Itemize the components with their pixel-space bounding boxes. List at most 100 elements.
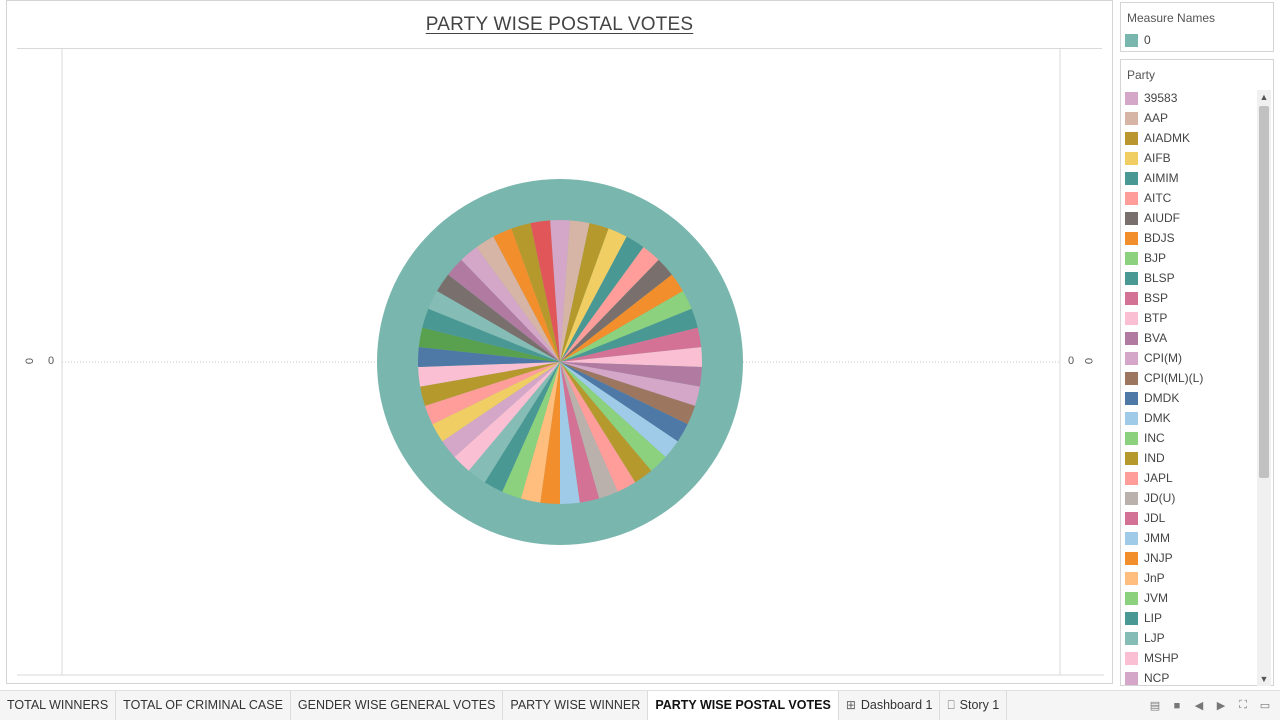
legend-label: AIUDF — [1144, 211, 1180, 225]
party-legend-item[interactable]: BSP — [1121, 288, 1255, 308]
grid-view-icon[interactable]: ▤ — [1144, 699, 1166, 712]
legend-label: JD(U) — [1144, 491, 1176, 505]
fullscreen-icon[interactable]: ⛶ — [1232, 699, 1254, 712]
sheet-tab-label: TOTAL WINNERS — [7, 698, 109, 712]
previous-sheet-icon[interactable]: ◀ — [1188, 699, 1210, 712]
party-legend-item[interactable]: LJP — [1121, 628, 1255, 648]
sheet-tab[interactable]: TOTAL OF CRIMINAL CASE — [116, 691, 291, 720]
sheet-tab[interactable]: PARTY WISE WINNER — [503, 691, 649, 720]
right-axis-tick: 0 — [1068, 355, 1075, 367]
legend-label: INC — [1144, 431, 1165, 445]
legend-swatch — [1125, 511, 1138, 525]
party-legend-item[interactable]: AIMIM — [1121, 168, 1255, 188]
party-legend-item[interactable]: BDJS — [1121, 228, 1255, 248]
pie-chart[interactable] — [7, 1, 1114, 685]
party-legend-item[interactable]: JAPL — [1121, 468, 1255, 488]
scroll-down-icon[interactable]: ▼ — [1257, 672, 1271, 686]
legend-label: JMM — [1144, 531, 1170, 545]
party-legend-item[interactable]: NCP — [1121, 668, 1255, 688]
scroll-up-icon[interactable]: ▲ — [1257, 90, 1271, 104]
legend-swatch — [1125, 351, 1138, 365]
party-legend-item[interactable]: BTP — [1121, 308, 1255, 328]
party-legend-item[interactable]: BJP — [1121, 248, 1255, 268]
legend-swatch — [1125, 311, 1138, 325]
next-sheet-icon[interactable]: ▶ — [1210, 699, 1232, 712]
legend-swatch — [1125, 151, 1138, 165]
party-legend-item[interactable]: JNJP — [1121, 548, 1255, 568]
party-legend-item[interactable]: JDL — [1121, 508, 1255, 528]
legend-scrollbar[interactable]: ▲ ▼ — [1257, 90, 1271, 686]
sheet-tab-label: GENDER WISE GENERAL VOTES — [297, 698, 496, 712]
left-axis-title: 0 — [24, 357, 37, 365]
legend-swatch — [1125, 33, 1138, 47]
legend-label: BTP — [1144, 311, 1168, 325]
party-legend-item[interactable]: IND — [1121, 448, 1255, 468]
measure-names-legend-title: Measure Names — [1127, 11, 1216, 25]
legend-swatch — [1125, 331, 1138, 345]
scroll-thumb[interactable] — [1259, 106, 1269, 478]
party-legend: Party 39583 AAP AIADMK AIFB AIMIM AITC AIUDF BD… — [1120, 59, 1274, 686]
legend-swatch — [1125, 391, 1138, 405]
right-axis-title: 0 — [1082, 357, 1095, 365]
party-legend-item[interactable]: JVM — [1121, 588, 1255, 608]
party-legend-item[interactable]: CPI(M) — [1121, 348, 1255, 368]
party-legend-item[interactable]: LIP — [1121, 608, 1255, 628]
legend-label: BDJS — [1144, 231, 1175, 245]
legend-swatch — [1125, 411, 1138, 425]
party-legend-item[interactable]: BVA — [1121, 328, 1255, 348]
legend-swatch — [1125, 111, 1138, 125]
legend-swatch — [1125, 191, 1138, 205]
party-legend-item[interactable]: MSHP — [1121, 648, 1255, 668]
party-legend-item[interactable]: BLSP — [1121, 268, 1255, 288]
visualization-panel: PARTY WISE POSTAL VOTES 0 0 0 0 — [6, 0, 1113, 684]
legend-swatch — [1125, 271, 1138, 285]
party-legend-list[interactable]: 39583 AAP AIADMK AIFB AIMIM AITC AIUDF BDJS BJP B… — [1121, 88, 1255, 688]
presentation-icon[interactable]: ▭ — [1254, 699, 1276, 712]
legend-label: CPI(ML)(L) — [1144, 371, 1204, 385]
legend-label: AIADMK — [1144, 131, 1191, 145]
legend-label: DMK — [1144, 411, 1171, 425]
party-legend-item[interactable]: JMM — [1121, 528, 1255, 548]
party-legend-item[interactable]: AITC — [1121, 188, 1255, 208]
sheet-tab-label: Dashboard 1 — [860, 698, 933, 712]
legend-label: BVA — [1144, 331, 1168, 345]
sheet-tab-label: Story 1 — [959, 698, 1000, 712]
sheet-tab[interactable]: PARTY WISE POSTAL VOTES — [648, 691, 839, 720]
tab-controls: ▤ ■ ◀ ▶ ⛶ ▭ — [1144, 691, 1276, 720]
dashboard-icon: ⊞ — [845, 698, 856, 712]
legend-swatch — [1125, 551, 1138, 565]
party-legend-item[interactable]: 39583 — [1121, 88, 1255, 108]
party-legend-item[interactable]: DMK — [1121, 408, 1255, 428]
legend-swatch — [1125, 491, 1138, 505]
legend-swatch — [1125, 451, 1138, 465]
sheet-tab[interactable]: TOTAL WINNERS — [0, 691, 117, 720]
party-legend-item[interactable]: INC — [1121, 428, 1255, 448]
legend-label: AITC — [1144, 191, 1172, 205]
legend-label: BSP — [1144, 291, 1169, 305]
legend-swatch — [1125, 651, 1138, 665]
legend-label: JNJP — [1144, 551, 1173, 565]
legend-swatch — [1125, 671, 1138, 685]
party-legend-item[interactable]: JnP — [1121, 568, 1255, 588]
party-legend-item[interactable]: AAP — [1121, 108, 1255, 128]
legend-swatch — [1125, 91, 1138, 105]
party-legend-item[interactable]: DMDK — [1121, 388, 1255, 408]
sheet-tab-bar: TOTAL WINNERS TOTAL OF CRIMINAL CASE GENDE… — [0, 690, 1280, 720]
legend-label: JVM — [1144, 591, 1168, 605]
filmstrip-icon[interactable]: ■ — [1166, 700, 1188, 712]
legend-label: 39583 — [1144, 91, 1178, 105]
party-legend-item[interactable]: AIADMK — [1121, 128, 1255, 148]
legend-label: LJP — [1144, 631, 1165, 645]
legend-label: JDL — [1144, 511, 1166, 525]
sheet-tab[interactable]: GENDER WISE GENERAL VOTES — [291, 691, 504, 720]
party-legend-item[interactable]: JD(U) — [1121, 488, 1255, 508]
legend-label: CPI(M) — [1144, 351, 1182, 365]
party-legend-item[interactable]: CPI(ML)(L) — [1121, 368, 1255, 388]
party-legend-item[interactable]: AIUDF — [1121, 208, 1255, 228]
legend-label: DMDK — [1144, 391, 1180, 405]
legend-swatch — [1125, 531, 1138, 545]
party-legend-item[interactable]: AIFB — [1121, 148, 1255, 168]
sheet-tab[interactable]: ⊞ Dashboard 1 — [839, 691, 941, 720]
sheet-tab[interactable]: ⎕ Story 1 — [940, 691, 1008, 720]
measure-legend-item[interactable]: 0 — [1121, 30, 1273, 50]
